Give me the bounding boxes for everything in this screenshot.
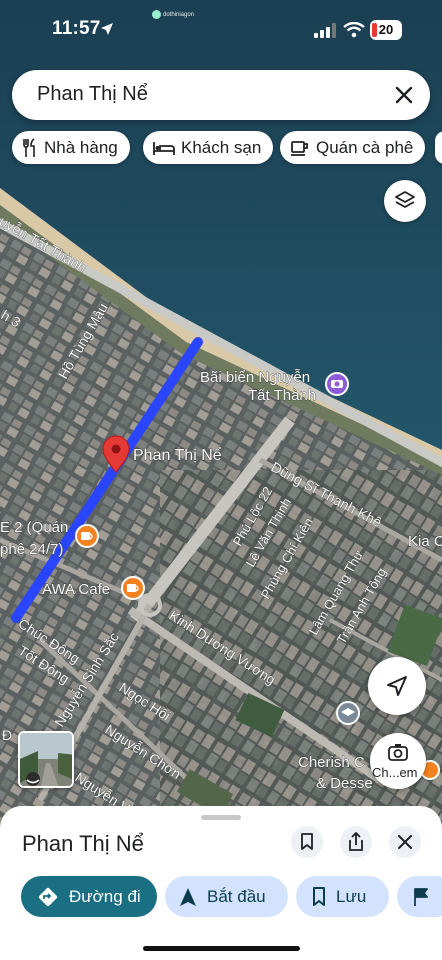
layers-icon xyxy=(395,191,415,208)
share-icon xyxy=(349,832,363,851)
coffee-icon xyxy=(291,140,308,156)
flag-button[interactable] xyxy=(397,876,442,917)
directions-icon xyxy=(38,887,58,906)
start-button[interactable]: Bắt đầu xyxy=(165,876,288,917)
poi-label-beach[interactable]: Bãi biển Nguyễn xyxy=(200,369,311,387)
directions-label: Đường đi xyxy=(69,886,141,906)
category-chips: Nhà hàng Khách sạn Quán cà phê xyxy=(0,131,442,165)
home-indicator xyxy=(143,946,300,951)
street-label: Đ xyxy=(2,727,12,743)
wifi-icon xyxy=(343,22,365,38)
search-bar[interactable]: Phan Thị Nể xyxy=(12,70,430,120)
flag-icon xyxy=(414,887,428,906)
battery-indicator: 20 xyxy=(370,20,402,40)
poi-label-cherish[interactable]: & Desse xyxy=(316,775,373,793)
lens-label: Ch...em xyxy=(372,765,418,780)
action-buttons: Đường đi Bắt đầu Lưu xyxy=(0,876,442,918)
bookmark-button[interactable] xyxy=(291,826,323,858)
status-time: 11:57 xyxy=(52,18,101,39)
coffee-poi-icon[interactable] xyxy=(75,524,99,548)
save-label: Lưu xyxy=(336,886,367,906)
street-view-thumbnail[interactable] xyxy=(18,731,74,788)
drag-handle[interactable] xyxy=(201,815,241,820)
poi-label-kia[interactable]: Kia C xyxy=(408,533,442,551)
close-icon[interactable] xyxy=(392,83,416,107)
chip-hotels[interactable]: Khách sạn xyxy=(143,131,274,164)
chip-label: Quán cà phê xyxy=(316,137,414,157)
camera-lens-icon xyxy=(388,744,408,761)
bookmark-icon xyxy=(301,833,313,850)
chip-more[interactable] xyxy=(435,131,442,164)
navigation-arrow-icon xyxy=(387,676,407,696)
place-bottom-sheet[interactable]: Phan Thị Nể Đường đi Bắt đầu Lưu xyxy=(0,806,442,960)
graduation-poi-icon[interactable] xyxy=(336,701,360,725)
coffee-poi-icon[interactable] xyxy=(121,576,145,600)
layers-button[interactable] xyxy=(384,180,426,222)
directions-button[interactable]: Đường đi xyxy=(21,876,157,917)
poi-label-cafe2[interactable]: phê 24/7) xyxy=(0,541,64,559)
search-query[interactable]: Phan Thị Nể xyxy=(37,83,148,106)
start-label: Bắt đầu xyxy=(207,886,266,906)
hotel-icon xyxy=(153,141,175,155)
chip-cafes[interactable]: Quán cà phê xyxy=(280,131,426,164)
status-bar: 11:57 dothiniagon 20 xyxy=(0,0,442,60)
poi-label-awa-cafe[interactable]: AWA Cafe xyxy=(42,581,111,599)
navigation-icon xyxy=(180,887,196,906)
signal-icon xyxy=(314,23,336,38)
watermark: dothiniagon xyxy=(152,10,194,19)
lens-button[interactable]: Ch...em xyxy=(370,733,426,789)
save-button[interactable]: Lưu xyxy=(296,876,389,917)
share-button[interactable] xyxy=(340,826,372,858)
poi-label-beach[interactable]: Tất Thành xyxy=(248,387,317,405)
camera-poi-icon[interactable] xyxy=(325,372,349,396)
poi-label-cherish[interactable]: Cherish C xyxy=(298,754,366,772)
bookmark-icon xyxy=(313,886,325,906)
close-sheet-button[interactable] xyxy=(389,826,421,858)
restaurant-icon xyxy=(23,137,35,157)
my-location-button[interactable] xyxy=(368,657,426,715)
location-arrow-icon xyxy=(101,23,113,35)
chip-label: Khách sạn xyxy=(181,137,262,157)
chip-label: Nhà hàng xyxy=(44,137,118,157)
place-title: Phan Thị Nể xyxy=(22,831,144,856)
chip-restaurants[interactable]: Nhà hàng xyxy=(12,131,130,164)
selected-place-label[interactable]: Phan Thị Nể xyxy=(133,446,222,465)
poi-label-cafe2[interactable]: E 2 (Quán xyxy=(0,519,69,537)
close-icon xyxy=(398,835,412,849)
